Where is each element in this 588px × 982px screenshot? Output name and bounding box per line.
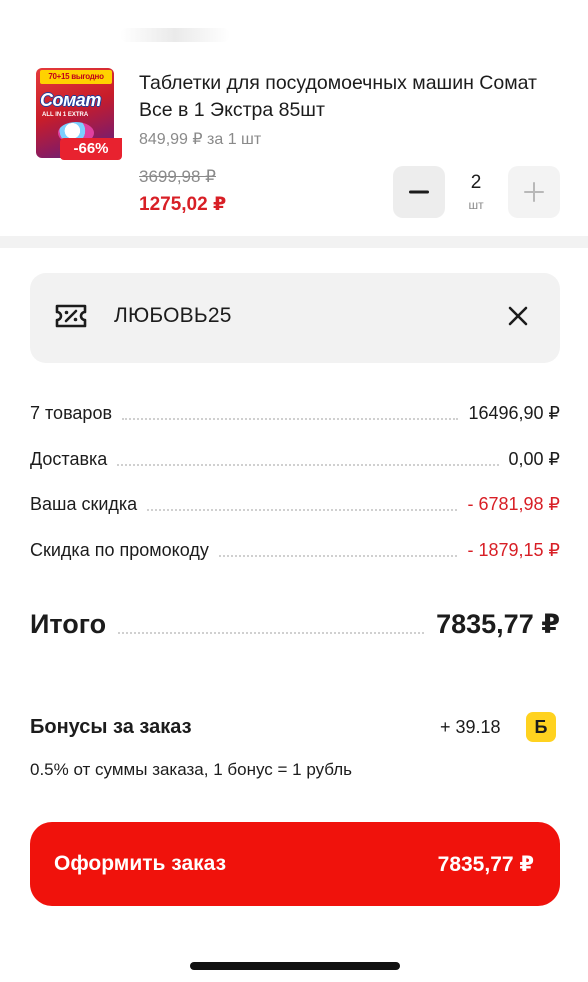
product-image[interactable]: 70+15 выгодно Сомат ALL IN 1 EXTRA -66%	[36, 68, 122, 160]
old-price: 3699,98 ₽	[139, 167, 216, 186]
bonus-coin-icon: Б	[526, 712, 556, 742]
summary-row-value: 16496,90 ₽	[468, 403, 560, 423]
bonus-value: + 39.18	[440, 717, 501, 737]
dotted-leader	[118, 632, 425, 634]
summary-row-label: Скидка по промокоду	[30, 540, 209, 560]
checkout-button-total: 7835,77 ₽	[437, 852, 534, 876]
unit-price: 849,99 ₽ за 1 шт	[139, 131, 262, 148]
summary-row-discount: Ваша скидка - 6781,98 ₽	[30, 489, 560, 515]
summary-row-label: Ваша скидка	[30, 494, 138, 514]
close-icon[interactable]	[504, 302, 532, 330]
summary-row-items: 7 товаров 16496,90 ₽	[30, 398, 560, 424]
coupon-icon	[55, 304, 87, 328]
plus-icon	[524, 182, 544, 202]
checkout-button[interactable]: Оформить заказ 7835,77 ₽	[30, 822, 560, 906]
order-total: Итого 7835,77 ₽	[30, 604, 560, 640]
quantity-value: 2	[470, 172, 482, 193]
cart-item: 70+15 выгодно Сомат ALL IN 1 EXTRA -66% …	[0, 0, 588, 236]
pack-subtitle: ALL IN 1 EXTRA	[42, 112, 89, 118]
previous-item-fade	[120, 28, 230, 42]
pack-promo-label: 70+15 выгодно	[40, 70, 112, 84]
summary-row-label: Доставка	[30, 449, 108, 469]
promo-code-value: ЛЮБОВЬ25	[114, 304, 232, 327]
pack-brand-logo: Сомат	[40, 90, 101, 110]
bonus-note: 0.5% от суммы заказа, 1 бонус = 1 рубль	[30, 760, 353, 779]
new-price: 1275,02 ₽	[139, 194, 227, 215]
summary-row-promo-discount: Скидка по промокоду - 1879,15 ₽	[30, 535, 560, 561]
decrease-quantity-button[interactable]	[393, 166, 445, 218]
dotted-leader	[147, 509, 458, 511]
bonus-title: Бонусы за заказ	[30, 716, 192, 738]
total-value: 7835,77 ₽	[436, 609, 560, 639]
summary-row-label: 7 товаров	[30, 403, 113, 423]
total-label: Итого	[30, 609, 107, 639]
home-indicator[interactable]	[190, 962, 400, 970]
increase-quantity-button[interactable]	[508, 166, 560, 218]
summary-row-delivery: Доставка 0,00 ₽	[30, 444, 560, 470]
discount-badge: -66%	[60, 138, 122, 160]
dotted-leader	[117, 464, 499, 466]
summary-row-value: 0,00 ₽	[508, 449, 561, 469]
promo-code-field[interactable]: ЛЮБОВЬ25	[30, 273, 560, 363]
summary-row-value: - 1879,15 ₽	[467, 540, 560, 560]
minus-icon	[409, 190, 429, 194]
section-divider	[0, 236, 588, 248]
dotted-leader	[122, 418, 459, 420]
product-title[interactable]: Таблетки для посудомоечных машин Сомат В…	[139, 70, 559, 124]
quantity-unit: шт	[468, 198, 484, 212]
checkout-button-label: Оформить заказ	[54, 852, 227, 875]
summary-row-value: - 6781,98 ₽	[467, 494, 560, 514]
dotted-leader	[218, 555, 458, 557]
